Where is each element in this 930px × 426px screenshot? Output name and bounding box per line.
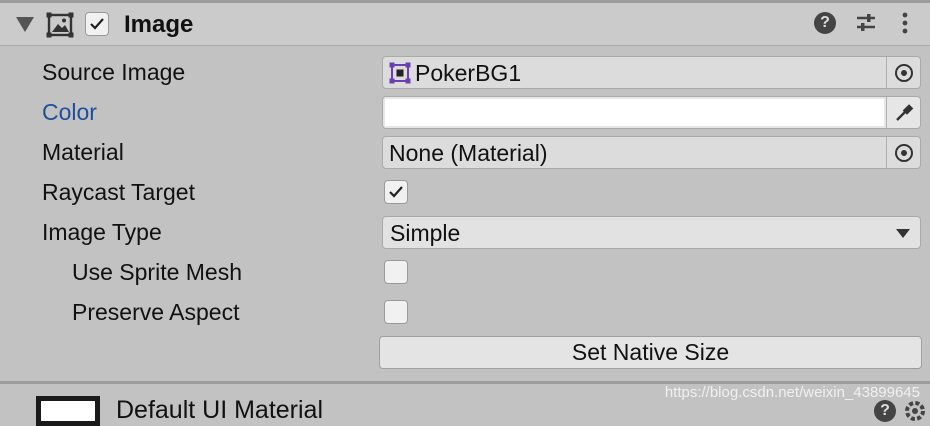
object-picker-button[interactable] <box>886 57 920 88</box>
checkmark-icon <box>90 18 104 30</box>
foldout-arrow-icon[interactable] <box>16 17 34 32</box>
sprite-icon <box>389 62 411 84</box>
image-type-dropdown[interactable]: Simple <box>382 216 921 249</box>
checkmark-icon <box>389 186 403 198</box>
raycast-target-checkbox[interactable] <box>384 180 408 204</box>
image-type-label: Image Type <box>42 219 162 245</box>
material-thumbnail <box>36 396 100 426</box>
material-label: Material <box>42 139 124 165</box>
next-component-title: Default UI Material <box>116 396 324 424</box>
use-sprite-mesh-label: Use Sprite Mesh <box>72 259 243 285</box>
gear-icon[interactable] <box>904 400 926 422</box>
image-type-value: Simple <box>390 220 461 246</box>
material-field[interactable]: None (Material) <box>382 136 921 169</box>
eyedropper-icon <box>896 104 914 121</box>
more-icon[interactable] <box>898 12 912 34</box>
use-sprite-mesh-checkbox[interactable] <box>384 260 408 284</box>
preserve-aspect-label: Preserve Aspect <box>72 299 240 325</box>
source-image-value: PokerBG1 <box>415 60 522 86</box>
preserve-aspect-checkbox[interactable] <box>384 300 408 324</box>
material-value: None (Material) <box>389 140 548 166</box>
help-icon[interactable]: ? <box>814 12 836 34</box>
color-swatch[interactable] <box>385 99 884 126</box>
dropdown-arrow-icon <box>896 229 910 238</box>
component-enabled-checkbox[interactable] <box>85 12 109 36</box>
eyedropper-button[interactable] <box>886 97 920 128</box>
target-picker-icon <box>895 144 913 162</box>
preset-icon[interactable] <box>855 12 877 34</box>
source-image-field[interactable]: PokerBG1 <box>382 56 921 89</box>
help-icon[interactable]: ? <box>874 400 896 422</box>
image-component-icon <box>46 12 74 38</box>
color-field[interactable] <box>382 96 921 129</box>
component-header[interactable]: Image ? <box>0 3 930 46</box>
raycast-target-label: Raycast Target <box>42 179 195 205</box>
source-image-label: Source Image <box>42 59 186 85</box>
component-title: Image <box>124 11 194 38</box>
object-picker-button[interactable] <box>886 137 920 168</box>
target-picker-icon <box>895 64 913 82</box>
set-native-size-button[interactable]: Set Native Size <box>379 336 922 369</box>
color-label: Color <box>42 99 97 125</box>
watermark-text: https://blog.csdn.net/weixin_43899645 <box>664 384 920 401</box>
